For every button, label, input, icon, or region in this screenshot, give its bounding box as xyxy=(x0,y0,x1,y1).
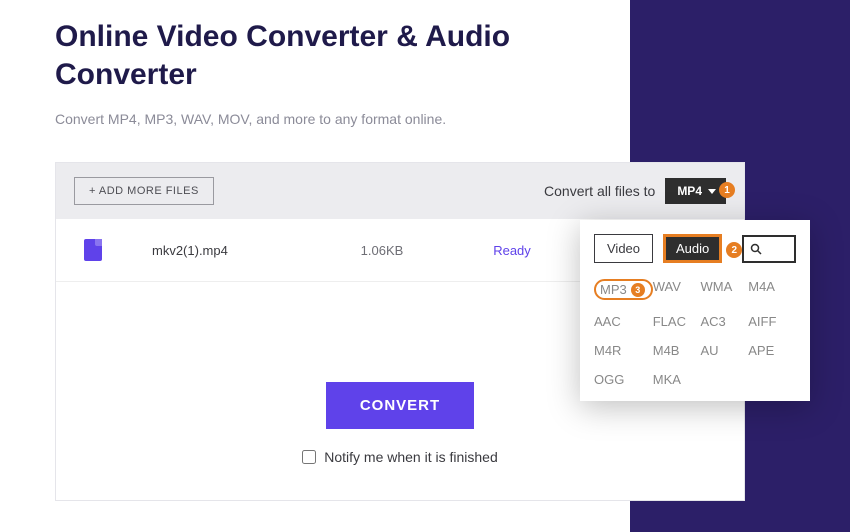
add-more-files-button[interactable]: + ADD MORE FILES xyxy=(74,177,214,205)
tab-audio[interactable]: Audio xyxy=(663,234,722,263)
search-icon xyxy=(750,243,762,255)
convert-button[interactable]: CONVERT xyxy=(326,382,474,429)
convert-all-label: Convert all files to xyxy=(544,183,655,199)
format-option-flac[interactable]: FLAC xyxy=(653,314,701,329)
file-size: 1.06KB xyxy=(332,243,432,258)
chevron-down-icon xyxy=(708,189,716,194)
notify-checkbox[interactable] xyxy=(302,450,316,464)
output-format-selector[interactable]: MP4 1 xyxy=(665,178,726,204)
format-option-ac3[interactable]: AC3 xyxy=(700,314,748,329)
format-grid: MP3 3 WAV WMA M4A AAC FLAC AC3 AIFF M4R … xyxy=(594,279,796,387)
format-search-input[interactable] xyxy=(742,235,796,263)
format-option-m4a[interactable]: M4A xyxy=(748,279,796,300)
format-option-mp3[interactable]: MP3 3 xyxy=(594,279,653,300)
tab-video[interactable]: Video xyxy=(594,234,653,263)
output-format-value: MP4 xyxy=(677,184,702,198)
format-option-wav[interactable]: WAV xyxy=(653,279,701,300)
format-option-wma[interactable]: WMA xyxy=(700,279,748,300)
page-subtitle: Convert MP4, MP3, WAV, MOV, and more to … xyxy=(55,111,795,127)
format-option-au[interactable]: AU xyxy=(700,343,748,358)
format-option-ape[interactable]: APE xyxy=(748,343,796,358)
file-status: Ready xyxy=(462,243,562,258)
format-option-ogg[interactable]: OGG xyxy=(594,372,653,387)
annotation-step-2: 2 xyxy=(726,242,742,258)
format-option-m4r[interactable]: M4R xyxy=(594,343,653,358)
notify-checkbox-wrap[interactable]: Notify me when it is finished xyxy=(302,449,498,465)
format-dropdown: Video Audio 2 MP3 3 WAV WMA M4A AAC FLAC… xyxy=(580,220,810,401)
format-option-m4b[interactable]: M4B xyxy=(653,343,701,358)
format-option-aac[interactable]: AAC xyxy=(594,314,653,329)
annotation-step-1: 1 xyxy=(719,182,735,198)
format-option-mka[interactable]: MKA xyxy=(653,372,701,387)
page-title: Online Video Converter & Audio Converter xyxy=(55,18,615,93)
notify-label: Notify me when it is finished xyxy=(324,449,498,465)
annotation-step-3: 3 xyxy=(631,283,645,297)
file-icon xyxy=(84,239,102,261)
format-option-aiff[interactable]: AIFF xyxy=(748,314,796,329)
file-name: mkv2(1).mp4 xyxy=(152,243,302,258)
panel-toolbar: + ADD MORE FILES Convert all files to MP… xyxy=(56,163,744,219)
